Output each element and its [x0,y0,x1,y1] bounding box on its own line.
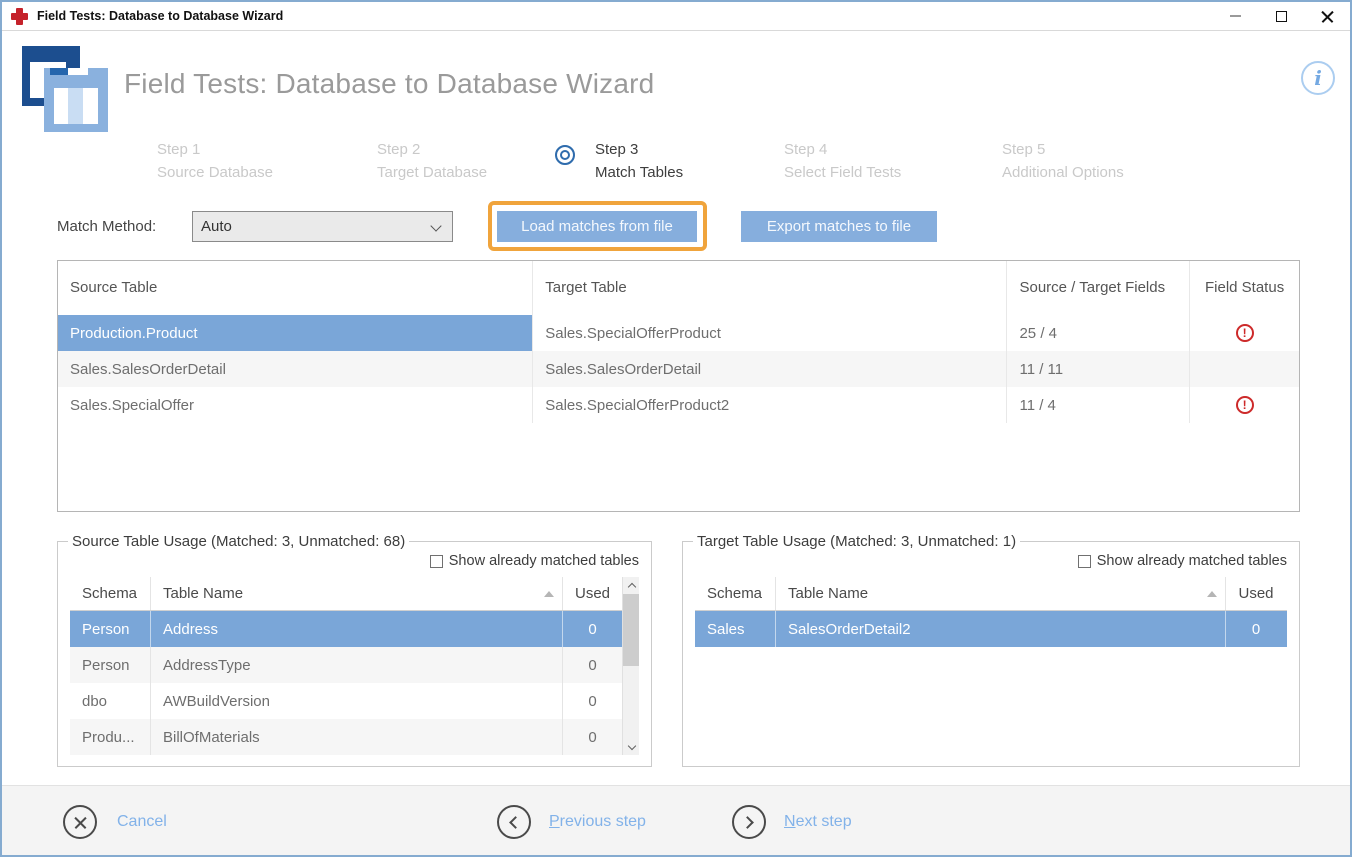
source-table-cell[interactable]: Production.Product [58,315,532,351]
show-matched-tables-toggle-source[interactable]: Show already matched tables [70,552,639,570]
checkbox-icon[interactable] [1078,555,1091,568]
column-header-schema[interactable]: Schema [695,577,775,610]
match-table: Source Table Target Table Source / Targe… [57,260,1300,512]
title-bar: Field Tests: Database to Database Wizard [2,2,1350,31]
column-header-fields[interactable]: Source / Target Fields [1006,261,1189,315]
scrollbar-thumb[interactable] [623,594,639,666]
source-usage-table: Schema Table Name Used Person Address 0 … [70,577,639,755]
column-header-target-table[interactable]: Target Table [532,261,1006,315]
source-table-cell[interactable]: Sales.SalesOrderDetail [58,351,532,387]
step-5-additional-options[interactable]: Step 5 Additional Options [1002,138,1124,184]
sort-ascending-icon [1207,591,1217,597]
maximize-button[interactable] [1258,2,1304,30]
chevron-right-icon [741,816,754,829]
wizard-logo-icon [16,46,108,132]
list-item[interactable]: dbo AWBuildVersion 0 [70,683,622,719]
step-1-source-database[interactable]: Step 1 Source Database [157,138,273,184]
column-header-used[interactable]: Used [562,577,622,610]
error-icon: ! [1236,324,1254,342]
column-header-table-name[interactable]: Table Name [150,577,562,610]
previous-step-button[interactable]: Previous step [497,805,646,839]
vertical-scrollbar[interactable] [622,577,639,755]
step-4-select-field-tests[interactable]: Step 4 Select Field Tests [784,138,901,184]
minimize-button[interactable] [1212,2,1258,30]
column-header-field-status[interactable]: Field Status [1189,261,1299,315]
minimize-icon [1230,15,1241,17]
table-row[interactable]: Sales.SalesOrderDetail Sales.SalesOrderD… [58,351,1299,387]
cancel-button[interactable]: Cancel [63,805,167,839]
source-table-usage-group: Source Table Usage (Matched: 3, Unmatche… [57,533,652,767]
match-method-select[interactable]: Auto [192,211,453,242]
error-icon: ! [1236,396,1254,414]
close-icon [1321,10,1334,23]
page-title: Field Tests: Database to Database Wizard [124,68,654,100]
target-usage-legend: Target Table Usage (Matched: 3, Unmatche… [693,533,1020,550]
fields-cell[interactable]: 11 / 4 [1006,387,1189,423]
scroll-up-icon[interactable] [623,577,640,593]
window-controls [1212,2,1350,30]
list-item[interactable]: Person AddressType 0 [70,647,622,683]
column-header-source-table[interactable]: Source Table [58,261,532,315]
target-table-cell[interactable]: Sales.SpecialOfferProduct [532,315,1006,351]
column-header-schema[interactable]: Schema [70,577,150,610]
next-circle-icon [732,805,766,839]
target-usage-header: Schema Table Name Used [695,577,1287,611]
window-title: Field Tests: Database to Database Wizard [37,9,283,23]
source-usage-header: Schema Table Name Used [70,577,622,611]
fields-cell[interactable]: 11 / 11 [1006,351,1189,387]
app-cross-icon [11,8,28,25]
chevron-left-icon [509,816,522,829]
table-row[interactable]: Production.Product Sales.SpecialOfferPro… [58,315,1299,351]
match-method-label: Match Method: [57,218,156,235]
field-status-cell[interactable] [1189,351,1299,387]
table-row[interactable]: Sales.SpecialOffer Sales.SpecialOfferPro… [58,387,1299,423]
chevron-down-icon [430,220,441,231]
close-button[interactable] [1304,2,1350,30]
match-table-header: Source Table Target Table Source / Targe… [58,261,1299,315]
list-item[interactable]: Sales SalesOrderDetail2 0 [695,611,1287,647]
fields-cell[interactable]: 25 / 4 [1006,315,1189,351]
sort-ascending-icon [544,591,554,597]
export-matches-button[interactable]: Export matches to file [741,211,937,242]
step-2-target-database[interactable]: Step 2 Target Database [377,138,487,184]
active-step-indicator-icon [555,145,575,165]
column-header-table-name[interactable]: Table Name [775,577,1225,610]
previous-circle-icon [497,805,531,839]
footer-bar: Cancel Previous step Next step [2,785,1350,855]
target-table-cell[interactable]: Sales.SpecialOfferProduct2 [532,387,1006,423]
load-matches-button[interactable]: Load matches from file [497,211,697,242]
show-matched-tables-toggle-target[interactable]: Show already matched tables [695,552,1287,570]
cancel-circle-icon [63,805,97,839]
maximize-icon [1276,11,1287,22]
field-status-cell[interactable]: ! [1189,315,1299,351]
scroll-down-icon[interactable] [623,739,640,755]
list-item[interactable]: Person Address 0 [70,611,622,647]
field-status-cell[interactable]: ! [1189,387,1299,423]
target-table-usage-group: Target Table Usage (Matched: 3, Unmatche… [682,533,1300,767]
target-usage-table: Schema Table Name Used Sales SalesOrderD… [695,577,1287,647]
info-icon[interactable]: i [1301,61,1335,95]
list-item[interactable]: Produ... BillOfMaterials 0 [70,719,622,755]
source-table-cell[interactable]: Sales.SpecialOffer [58,387,532,423]
next-step-button[interactable]: Next step [732,805,852,839]
source-usage-legend: Source Table Usage (Matched: 3, Unmatche… [68,533,409,550]
step-3-match-tables[interactable]: Step 3 Match Tables [595,138,683,184]
column-header-used[interactable]: Used [1225,577,1286,610]
checkbox-icon[interactable] [430,555,443,568]
app-window: Field Tests: Database to Database Wizard… [0,0,1352,857]
target-table-cell[interactable]: Sales.SalesOrderDetail [532,351,1006,387]
x-icon [74,816,87,829]
